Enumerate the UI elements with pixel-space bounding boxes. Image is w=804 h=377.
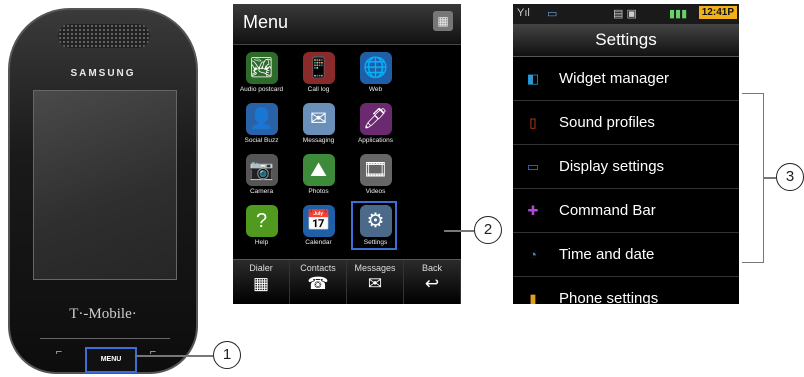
app-label: Audio postcard xyxy=(239,86,284,93)
callout-1-leader xyxy=(135,355,213,357)
app-label: Messaging xyxy=(302,137,335,144)
dock-contacts[interactable]: Contacts ☎ xyxy=(290,260,347,304)
settings-item-widget-manager[interactable]: ◧ Widget manager xyxy=(513,57,739,101)
app-empty-3 xyxy=(404,48,461,99)
settings-screen: Yıl ▭ ▤ ▣ ▮▮▮ 12:41P Settings ◧ Widget ma… xyxy=(513,4,739,304)
callout-3-leader xyxy=(764,177,776,179)
settings-item-phone-settings[interactable]: ▮ Phone settings xyxy=(513,277,739,304)
settings-list: ◧ Widget manager ▯ Sound profiles ▭ Display s… xyxy=(513,57,739,304)
speaker-grille xyxy=(58,24,150,48)
camera-icon: 📷 xyxy=(245,154,278,186)
app-label: Call log xyxy=(307,86,330,93)
carrier-logo: T·-Mobile· xyxy=(69,306,137,322)
callout-1: 1 xyxy=(213,341,241,369)
settings-title: Settings xyxy=(513,24,739,57)
app-calendar[interactable]: 📅 Calendar xyxy=(290,201,347,252)
audio-postcard-icon: 🏞 xyxy=(245,52,278,84)
help-icon: ? xyxy=(245,205,278,237)
app-empty-11 xyxy=(404,150,461,201)
menu-header: Menu ▦ xyxy=(233,4,461,45)
settings-item-label: Display settings xyxy=(559,158,665,175)
back-icon: ↩ xyxy=(424,274,440,293)
settings-icon: ⚙ xyxy=(359,205,392,237)
callout-2-leader xyxy=(444,230,474,232)
settings-item-command-bar[interactable]: ✚ Command Bar xyxy=(513,189,739,233)
app-call-log[interactable]: 📱 Call log xyxy=(290,48,347,99)
widget-manager-icon: ◧ xyxy=(526,70,540,86)
dock-dialer[interactable]: Dialer ▦ xyxy=(233,260,290,304)
app-empty-15 xyxy=(404,201,461,252)
display-settings-icon: ▭ xyxy=(526,158,540,174)
app-label: Help xyxy=(254,239,269,246)
app-social-buzz[interactable]: 👤 Social Buzz xyxy=(233,99,290,150)
phone-screen xyxy=(33,90,177,280)
videos-icon: 🎞 xyxy=(359,154,392,186)
dock-label: Dialer xyxy=(249,263,273,273)
app-label: Web xyxy=(368,86,383,93)
app-label: Social Buzz xyxy=(244,137,279,144)
app-applications[interactable]: 🖊 Applications xyxy=(347,99,404,150)
app-audio-postcard[interactable]: 🏞 Audio postcard xyxy=(233,48,290,99)
app-help[interactable]: ? Help xyxy=(233,201,290,252)
battery-icon: ▮▮▮ xyxy=(669,8,688,20)
signal-icon: Yıl xyxy=(517,7,530,19)
calendar-icon: 📅 xyxy=(302,205,335,237)
messages-icon: ✉ xyxy=(367,274,383,293)
command-bar-icon: ✚ xyxy=(527,202,539,218)
status-indicator-icon: ▭ xyxy=(547,8,558,20)
app-messaging[interactable]: ✉ Messaging xyxy=(290,99,347,150)
messaging-icon: ✉ xyxy=(302,103,335,135)
dock-label: Contacts xyxy=(300,263,336,273)
sound-profiles-icon: ▯ xyxy=(529,114,537,130)
phone-settings-icon: ▮ xyxy=(529,290,537,305)
dock-back[interactable]: Back ↩ xyxy=(404,260,461,304)
phone-device: SAMSUNG T·-Mobile· ⌐ MENU ⌐ xyxy=(8,8,198,374)
menu-screen: Menu ▦ 🏞 Audio postcard 📱 Call log 🌐 Web 👤 Soci… xyxy=(233,4,461,304)
web-icon: 🌐 xyxy=(359,52,392,84)
settings-item-label: Sound profiles xyxy=(559,114,655,131)
app-web[interactable]: 🌐 Web xyxy=(347,48,404,99)
dock-label: Messages xyxy=(354,263,396,273)
notification-icons: ▤ ▣ xyxy=(613,8,637,20)
applications-icon: 🖊 xyxy=(359,103,392,135)
menu-title: Menu xyxy=(243,12,289,32)
app-label: Calendar xyxy=(305,239,332,246)
callout-3-bracket xyxy=(742,93,764,263)
status-bar: Yıl ▭ ▤ ▣ ▮▮▮ 12:41P xyxy=(513,4,739,24)
brand-logo: SAMSUNG xyxy=(70,68,136,79)
app-label: Settings xyxy=(363,239,388,246)
settings-item-time-and-date[interactable]: ◔ Time and date xyxy=(513,233,739,277)
app-label: Camera xyxy=(249,188,274,195)
clock: 12:41P xyxy=(698,6,737,19)
app-empty-7 xyxy=(404,99,461,150)
menu-key[interactable]: MENU xyxy=(85,347,137,373)
settings-item-display-settings[interactable]: ▭ Display settings xyxy=(513,145,739,189)
app-settings[interactable]: ⚙ Settings xyxy=(347,201,404,252)
dock-label: Back xyxy=(421,263,442,273)
time-and-date-icon: ◔ xyxy=(529,246,537,262)
app-camera[interactable]: 📷 Camera xyxy=(233,150,290,201)
settings-item-label: Time and date xyxy=(559,246,655,263)
app-label: Applications xyxy=(357,137,394,144)
app-grid: 🏞 Audio postcard 📱 Call log 🌐 Web 👤 Social Buzz… xyxy=(233,48,461,252)
menu-dock: Dialer ▦ Contacts ☎ Messages ✉ Back ↩ xyxy=(233,259,461,304)
left-soft-key[interactable]: ⌐ xyxy=(50,347,68,358)
settings-item-label: Widget manager xyxy=(559,70,670,87)
app-label: Videos xyxy=(365,188,386,195)
contacts-icon: ☎ xyxy=(307,274,329,293)
app-label: Photos xyxy=(308,188,329,195)
dock-messages[interactable]: Messages ✉ xyxy=(347,260,404,304)
settings-item-label: Command Bar xyxy=(559,202,656,219)
dialer-icon: ▦ xyxy=(252,274,270,293)
settings-item-sound-profiles[interactable]: ▯ Sound profiles xyxy=(513,101,739,145)
call-log-icon: 📱 xyxy=(302,52,335,84)
settings-item-label: Phone settings xyxy=(559,290,659,304)
callout-3: 3 xyxy=(776,163,804,191)
grid-view-icon[interactable]: ▦ xyxy=(433,11,453,31)
app-videos[interactable]: 🎞 Videos xyxy=(347,150,404,201)
callout-2: 2 xyxy=(474,216,502,244)
photos-icon: ⛰ xyxy=(302,154,335,186)
social-buzz-icon: 👤 xyxy=(245,103,278,135)
app-photos[interactable]: ⛰ Photos xyxy=(290,150,347,201)
